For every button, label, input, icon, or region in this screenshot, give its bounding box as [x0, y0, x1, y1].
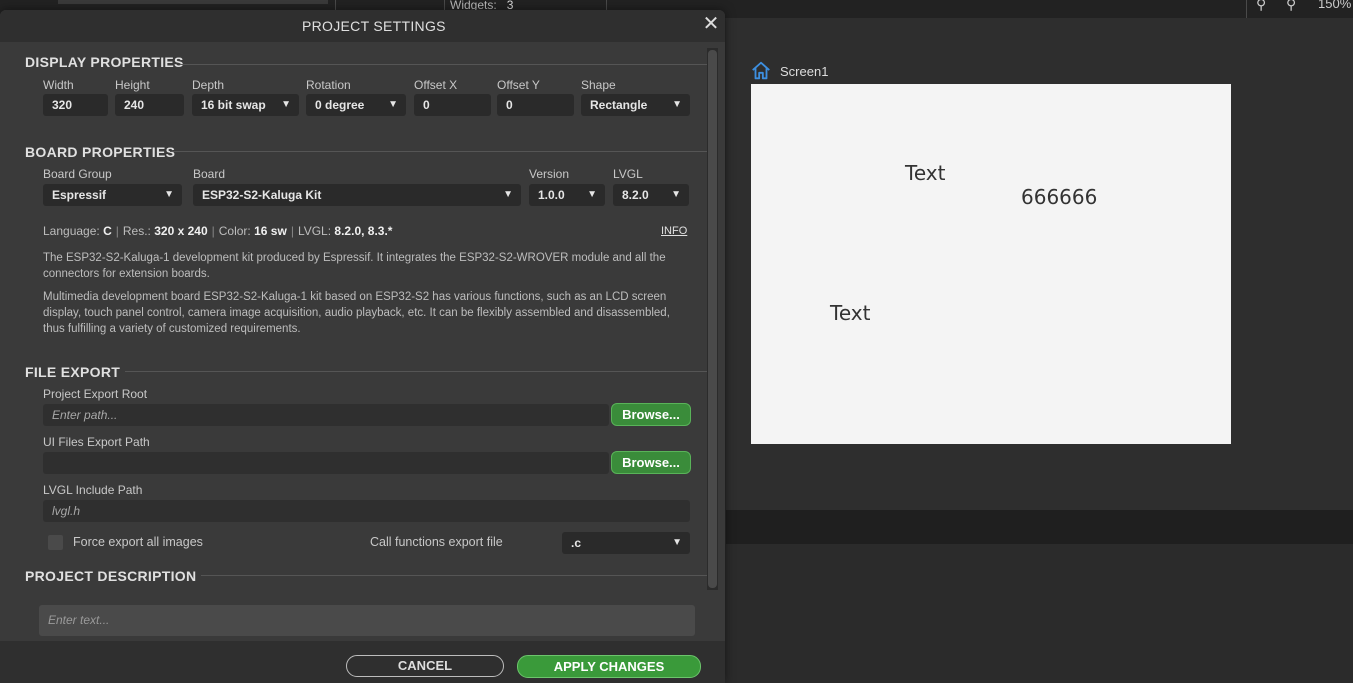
preview-label[interactable]: Text [830, 301, 870, 325]
height-label: Height [115, 78, 150, 92]
section-divider [201, 575, 707, 576]
board-label: Board [193, 167, 226, 181]
board-properties-heading: BOARD PROPERTIES [25, 144, 176, 160]
section-divider [180, 64, 707, 65]
export-root-label: Project Export Root [43, 387, 148, 401]
screen-label[interactable]: Screen1 [750, 60, 828, 82]
close-icon[interactable]: ✕ [702, 14, 720, 34]
info-link[interactable]: INFO [661, 225, 687, 237]
lvgl-label: LVGL [613, 167, 643, 181]
color-label: Color: [218, 224, 251, 238]
rotation-value: 0 degree [315, 98, 365, 112]
section-divider [170, 151, 707, 152]
board-group-select[interactable]: Espressif ▼ [43, 184, 182, 206]
ui-export-input[interactable] [43, 452, 609, 474]
depth-select[interactable]: 16 bit swap ▼ [192, 94, 299, 116]
force-export-checkbox[interactable] [48, 535, 63, 550]
chevron-down-icon: ▼ [388, 99, 398, 110]
lvgl-include-input[interactable]: lvgl.h [43, 500, 690, 522]
rotation-label: Rotation [306, 78, 351, 92]
depth-value: 16 bit swap [201, 98, 266, 112]
width-input[interactable]: 320 [43, 94, 108, 116]
project-description-input[interactable]: Enter text... [39, 605, 695, 636]
chevron-down-icon: ▼ [503, 189, 513, 200]
version-select[interactable]: 1.0.0 ▼ [529, 184, 605, 206]
display-properties-heading: DISPLAY PROPERTIES [25, 54, 184, 70]
export-root-input[interactable]: Enter path... [43, 404, 609, 426]
color-value: 16 sw [254, 224, 287, 238]
ui-export-label: UI Files Export Path [43, 435, 150, 449]
cancel-button[interactable]: CANCEL [346, 655, 504, 677]
project-settings-dialog: PROJECT SETTINGS ✕ DISPLAY PROPERTIES Wi… [0, 10, 725, 683]
call-functions-label: Call functions export file [370, 535, 503, 549]
canvas-bottom-bar [726, 510, 1353, 544]
board-value: ESP32-S2-Kaluga Kit [202, 188, 322, 202]
board-group-label: Board Group [43, 167, 112, 181]
section-divider [125, 371, 707, 372]
project-description-heading: PROJECT DESCRIPTION [25, 568, 197, 584]
chevron-down-icon: ▼ [672, 99, 682, 110]
chevron-down-icon: ▼ [672, 537, 682, 548]
toolbar-strip [58, 0, 328, 4]
screen-preview[interactable]: Text 666666 Text [751, 84, 1231, 444]
ui-export-browse-button[interactable]: Browse... [611, 451, 691, 474]
lvgl-info-value: 8.2.0, 8.3.* [334, 224, 393, 238]
export-root-browse-button[interactable]: Browse... [611, 403, 691, 426]
offset-x-label: Offset X [414, 78, 458, 92]
lvgl-value: 8.2.0 [622, 188, 649, 202]
zoom-level: 150% [1318, 0, 1352, 11]
shape-select[interactable]: Rectangle ▼ [581, 94, 690, 116]
scrollbar-thumb[interactable] [708, 50, 717, 588]
call-functions-value: .c [571, 536, 582, 550]
board-description-2: Multimedia development board ESP32-S2-Ka… [43, 291, 670, 335]
lvgl-info-label: LVGL: [297, 224, 332, 238]
height-input[interactable]: 240 [115, 94, 184, 116]
lower-panel [726, 544, 1353, 683]
language-label: Language: [43, 224, 100, 238]
apply-changes-button[interactable]: APPLY CHANGES [517, 655, 701, 678]
board-group-value: Espressif [52, 188, 107, 202]
force-export-label: Force export all images [73, 535, 203, 549]
chevron-down-icon: ▼ [164, 189, 174, 200]
lvgl-include-label: LVGL Include Path [43, 483, 143, 497]
res-label: Res.: [122, 224, 151, 238]
toolbar-divider [1246, 0, 1247, 18]
zoom-in-icon[interactable]: ⚲ [1256, 0, 1266, 13]
version-label: Version [529, 167, 570, 181]
zoom-out-icon[interactable]: ⚲ [1286, 0, 1296, 13]
offset-y-label: Offset Y [497, 78, 540, 92]
preview-label[interactable]: 666666 [1021, 185, 1097, 209]
shape-value: Rectangle [590, 98, 648, 112]
depth-label: Depth [192, 78, 225, 92]
version-value: 1.0.0 [538, 188, 565, 202]
board-description-1: The ESP32-S2-Kaluga-1 development kit pr… [43, 252, 666, 280]
call-functions-select[interactable]: .c ▼ [562, 532, 690, 554]
dialog-title: PROJECT SETTINGS [302, 18, 446, 34]
preview-label[interactable]: Text [905, 161, 945, 185]
board-info-summary: Language: C | Res.: 320 x 240 | Color: 16 sw… [43, 224, 393, 238]
home-icon [752, 61, 770, 80]
language-value: C [103, 224, 112, 238]
chevron-down-icon: ▼ [281, 99, 291, 110]
offset-y-input[interactable]: 0 [497, 94, 574, 116]
rotation-select[interactable]: 0 degree ▼ [306, 94, 406, 116]
res-value: 320 x 240 [154, 224, 208, 238]
board-select[interactable]: ESP32-S2-Kaluga Kit ▼ [193, 184, 521, 206]
width-label: Width [43, 78, 74, 92]
lvgl-select[interactable]: 8.2.0 ▼ [613, 184, 689, 206]
screen-name: Screen1 [780, 63, 829, 79]
chevron-down-icon: ▼ [587, 189, 597, 200]
offset-x-input[interactable]: 0 [414, 94, 491, 116]
chevron-down-icon: ▼ [671, 189, 681, 200]
file-export-heading: FILE EXPORT [25, 364, 121, 380]
shape-label: Shape [581, 78, 616, 92]
dialog-titlebar: PROJECT SETTINGS ✕ [0, 10, 725, 42]
